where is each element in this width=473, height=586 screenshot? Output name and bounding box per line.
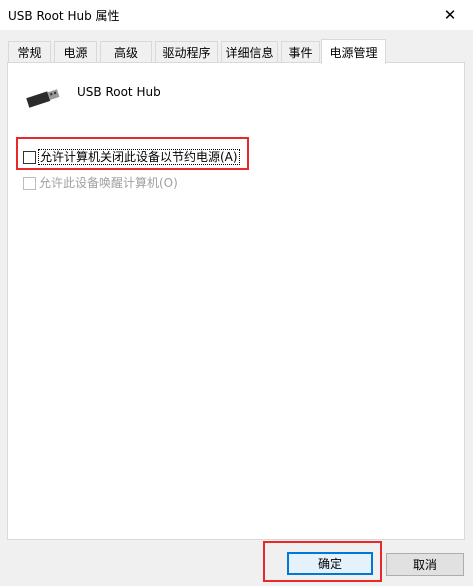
tab-power-management[interactable]: 电源管理 [321,39,386,64]
tab-strip: 常规 电源 高级 驱动程序 详细信息 事件 电源管理 [8,39,468,64]
tab-events[interactable]: 事件 [281,41,320,63]
tab-advanced[interactable]: 高级 [100,41,152,63]
close-button[interactable]: ✕ [427,0,473,30]
tab-power[interactable]: 电源 [54,41,97,63]
annotation-highlight-ok [263,541,382,582]
title-bar: USB Root Hub 属性 ✕ [0,0,473,30]
window-title: USB Root Hub 属性 [8,9,120,23]
allow-power-off-checkbox[interactable] [23,150,36,164]
close-icon: ✕ [443,6,457,24]
allow-power-off-option[interactable]: 允许计算机关闭此设备以节约电源(A) [23,149,240,165]
cancel-button[interactable]: 取消 [386,553,464,576]
allow-wake-label: 允许此设备唤醒计算机(O) [39,176,178,190]
tab-driver[interactable]: 驱动程序 [155,41,218,63]
tab-details[interactable]: 详细信息 [221,41,278,63]
allow-wake-checkbox [23,176,36,190]
allow-wake-option: 允许此设备唤醒计算机(O) [23,176,178,190]
device-name: USB Root Hub [77,85,161,99]
usb-connector-icon [26,89,60,108]
tab-panel: USB Root Hub 允许计算机关闭此设备以节约电源(A) 允许此设备唤醒计… [7,62,465,540]
tab-general[interactable]: 常规 [8,41,51,63]
allow-power-off-label[interactable]: 允许计算机关闭此设备以节约电源(A) [38,149,240,165]
